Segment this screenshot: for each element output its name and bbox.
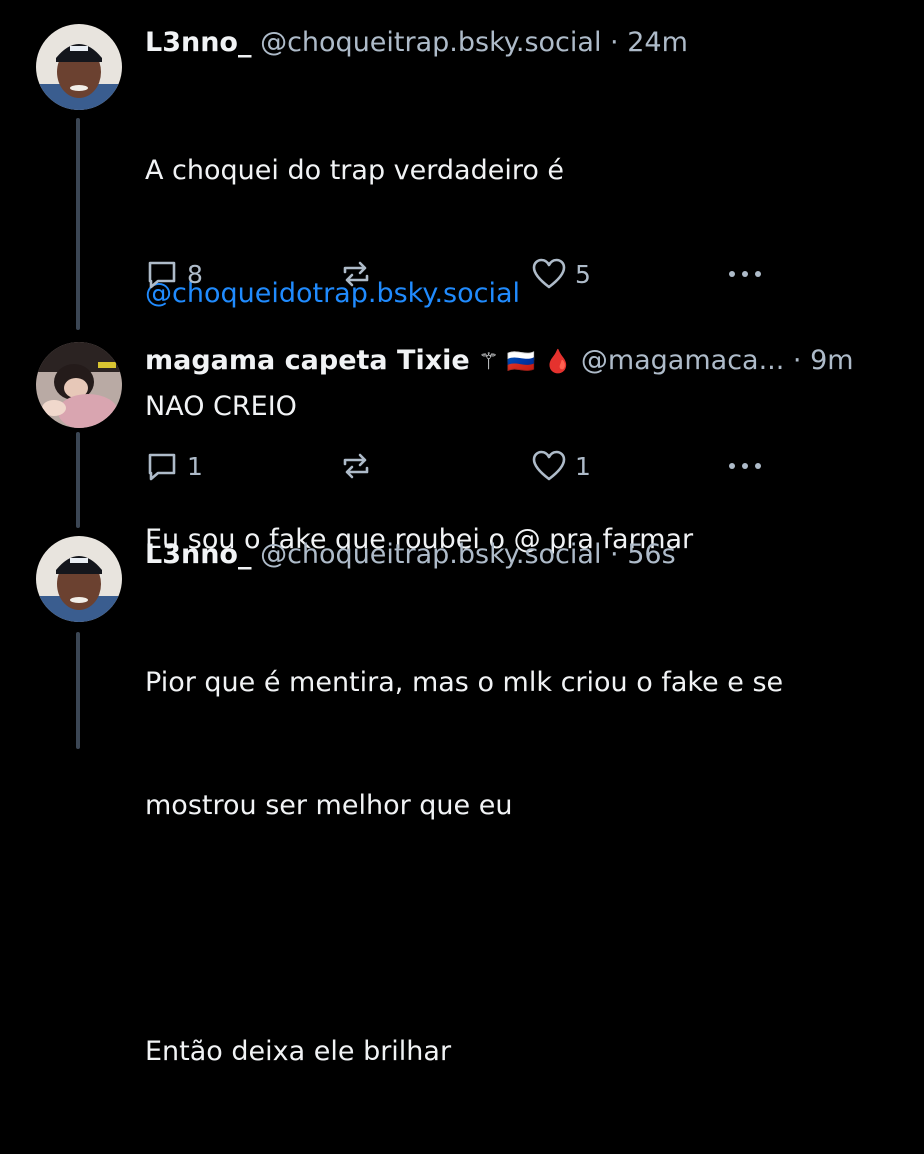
post-text: NAO CREIO bbox=[145, 391, 297, 422]
like-count: 5 bbox=[575, 259, 591, 289]
post-text-line: Então deixa ele brilhar bbox=[145, 1036, 452, 1067]
post-header: L3nno_ @choqueitrap.bsky.social · 24m bbox=[145, 26, 688, 60]
more-icon bbox=[725, 449, 765, 483]
author-name[interactable]: L3nno_ bbox=[145, 539, 251, 570]
post-text-line: mostrou ser melhor que eu bbox=[145, 790, 513, 821]
repost-button[interactable] bbox=[339, 256, 373, 292]
separator: · bbox=[610, 539, 619, 570]
avatar[interactable] bbox=[36, 536, 122, 622]
reply-count: 1 bbox=[187, 451, 203, 481]
timestamp[interactable]: 24m bbox=[627, 27, 688, 58]
post-header: magama capeta Tixie ⚚ 🇷🇺 🩸 @magamaca... … bbox=[145, 344, 854, 379]
like-count: 1 bbox=[575, 451, 591, 481]
author-name[interactable]: magama capeta Tixie bbox=[145, 345, 470, 376]
post-actions: 8 5 bbox=[145, 256, 785, 292]
repost-icon bbox=[339, 257, 373, 291]
post-header: L3nno_ @choqueitrap.bsky.social · 56s bbox=[145, 538, 676, 572]
timestamp[interactable]: 9m bbox=[810, 345, 853, 376]
reply-button[interactable]: 1 bbox=[145, 448, 203, 484]
avatar[interactable] bbox=[36, 24, 122, 110]
more-icon bbox=[725, 257, 765, 291]
post[interactable]: L3nno_ @choqueitrap.bsky.social · 24m A … bbox=[0, 0, 924, 555]
separator: · bbox=[792, 345, 802, 376]
like-icon bbox=[531, 257, 567, 291]
post[interactable]: L3nno_ @choqueitrap.bsky.social · 56s Pi… bbox=[0, 530, 924, 1067]
more-options-button[interactable] bbox=[725, 256, 765, 292]
separator: · bbox=[610, 27, 619, 58]
author-name[interactable]: L3nno_ bbox=[145, 27, 251, 58]
reply-icon bbox=[145, 257, 179, 291]
author-handle[interactable]: @choqueitrap.bsky.social bbox=[260, 27, 601, 58]
avatar[interactable] bbox=[36, 342, 122, 428]
like-icon bbox=[531, 449, 567, 483]
like-button[interactable]: 1 bbox=[531, 448, 591, 484]
repost-icon bbox=[339, 449, 373, 483]
post-text: Pior que é mentira, mas o mlk criou o fa… bbox=[145, 580, 885, 1154]
post-text-line: Pior que é mentira, mas o mlk criou o fa… bbox=[145, 667, 784, 698]
reply-count: 8 bbox=[187, 259, 203, 289]
author-handle[interactable]: @magamaca... bbox=[581, 345, 785, 376]
post-actions: 1 1 bbox=[145, 448, 785, 484]
more-options-button[interactable] bbox=[725, 448, 765, 484]
author-handle[interactable]: @choqueitrap.bsky.social bbox=[260, 539, 601, 570]
timestamp[interactable]: 56s bbox=[627, 539, 675, 570]
author-name-emojis: ⚚ 🇷🇺 🩸 bbox=[478, 349, 573, 375]
post[interactable]: magama capeta Tixie ⚚ 🇷🇺 🩸 @magamaca... … bbox=[0, 330, 924, 520]
like-button[interactable]: 5 bbox=[531, 256, 591, 292]
repost-button[interactable] bbox=[339, 448, 373, 484]
reply-icon bbox=[145, 449, 179, 483]
post-text-line: A choquei do trap verdadeiro é bbox=[145, 155, 565, 186]
reply-button[interactable]: 8 bbox=[145, 256, 203, 292]
